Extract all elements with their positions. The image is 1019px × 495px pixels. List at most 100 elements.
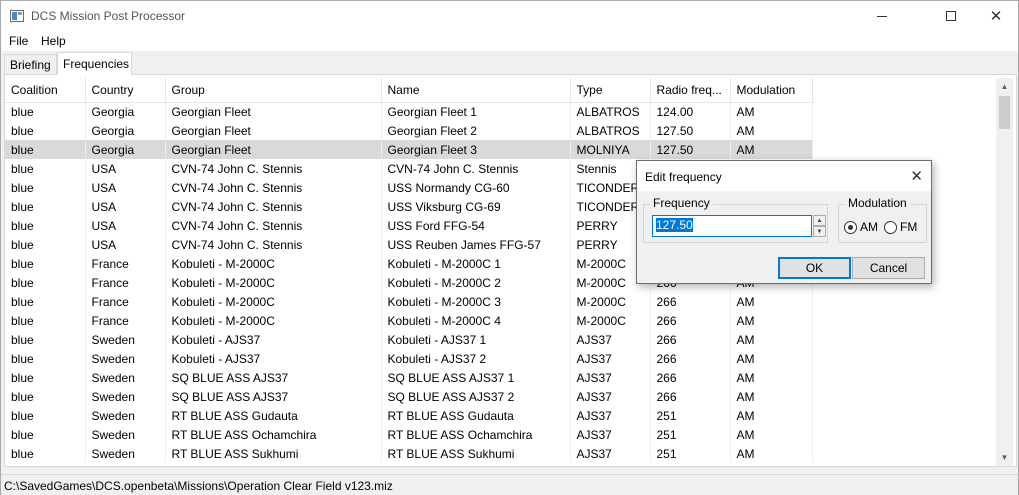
menu-help[interactable]: Help <box>41 34 66 48</box>
frequency-cell: 266 <box>650 387 731 406</box>
country-cell: Sweden <box>85 330 166 349</box>
table-row[interactable]: blue Sweden Kobuleti - AJS37 Kobuleti - AJS… <box>5 349 813 368</box>
modulation-group: Modulation AM FM <box>838 196 927 243</box>
spin-up-icon[interactable]: ▲ <box>813 215 826 226</box>
group-cell: Kobuleti - AJS37 <box>165 349 382 368</box>
menu-file[interactable]: File <box>9 34 28 48</box>
table-row[interactable]: blue Sweden SQ BLUE ASS AJS37 SQ BLUE ASS A… <box>5 387 813 406</box>
country-cell: Sweden <box>85 425 166 444</box>
scroll-up-icon[interactable]: ▲ <box>996 78 1013 95</box>
type-cell: AJS37 <box>570 330 651 349</box>
close-icon: ✕ <box>989 7 1003 25</box>
modulation-cell: AM <box>730 349 813 368</box>
group-cell: Georgian Fleet <box>165 121 382 140</box>
column-header[interactable]: Group <box>165 78 382 103</box>
name-cell: USS Viksburg CG-69 <box>381 197 571 216</box>
country-cell: USA <box>85 216 166 235</box>
coalition-cell: blue <box>5 406 86 425</box>
name-cell: USS Ford FFG-54 <box>381 216 571 235</box>
country-cell: USA <box>85 159 166 178</box>
column-header[interactable]: Modulation <box>730 78 813 103</box>
modulation-cell: AM <box>730 387 813 406</box>
type-cell: M-2000C <box>570 292 651 311</box>
group-cell: SQ BLUE ASS AJS37 <box>165 368 382 387</box>
frequency-input[interactable]: 127.50 <box>652 215 812 237</box>
tab-frequencies[interactable]: Frequencies <box>57 52 132 75</box>
coalition-cell: blue <box>5 425 86 444</box>
type-cell: AJS37 <box>570 425 651 444</box>
name-cell: Kobuleti - M-2000C 1 <box>381 254 571 273</box>
scroll-thumb[interactable] <box>999 96 1010 129</box>
tab-briefing[interactable]: Briefing <box>4 54 57 74</box>
tab-strip: Briefing Frequencies <box>1 51 1018 75</box>
fm-radio-circle[interactable] <box>884 220 897 234</box>
ok-button[interactable]: OK <box>778 257 851 279</box>
close-button[interactable]: ✕ <box>973 1 1019 31</box>
column-header[interactable]: Name <box>381 78 571 103</box>
spin-down-icon[interactable]: ▼ <box>813 226 826 237</box>
dialog-title-bar[interactable]: Edit frequency ✕ <box>637 161 931 191</box>
frequency-spinner[interactable]: ▲ ▼ <box>813 215 826 237</box>
name-cell: SQ BLUE ASS AJS37 1 <box>381 368 571 387</box>
country-cell: Sweden <box>85 406 166 425</box>
frequency-cell: 251 <box>650 444 731 463</box>
name-cell: USS Normandy CG-60 <box>381 178 571 197</box>
app-icon <box>10 10 24 22</box>
table-row[interactable]: blue Georgia Georgian Fleet Georgian Fleet … <box>5 140 813 159</box>
dialog-close-icon[interactable]: ✕ <box>910 167 923 185</box>
country-cell: Georgia <box>85 140 166 159</box>
table-row[interactable]: blue Sweden RT BLUE ASS Ochamchira RT BLUE … <box>5 425 813 444</box>
group-cell: Georgian Fleet <box>165 102 382 121</box>
coalition-cell: blue <box>5 121 86 140</box>
title-bar[interactable]: DCS Mission Post Processor ✕ <box>1 1 1018 31</box>
country-cell: Sweden <box>85 349 166 368</box>
type-cell: ALBATROS <box>570 102 651 121</box>
table-row[interactable]: blue Sweden RT BLUE ASS Sukhumi RT BLUE ASS… <box>5 444 813 463</box>
table-row[interactable]: blue Sweden SQ BLUE ASS AJS37 SQ BLUE ASS A… <box>5 368 813 387</box>
group-cell: Kobuleti - M-2000C <box>165 292 382 311</box>
column-header[interactable]: Radio freq... <box>650 78 731 103</box>
coalition-cell: blue <box>5 140 86 159</box>
scroll-down-icon[interactable]: ▼ <box>996 449 1013 466</box>
column-header[interactable]: Coalition <box>5 78 86 103</box>
am-radio-circle[interactable] <box>844 220 857 234</box>
minimize-icon <box>877 15 887 17</box>
table-row[interactable]: blue Georgia Georgian Fleet Georgian Fleet … <box>5 102 813 121</box>
frequency-cell: 124.00 <box>650 102 731 121</box>
type-cell: M-2000C <box>570 311 651 330</box>
group-cell: RT BLUE ASS Ochamchira <box>165 425 382 444</box>
group-cell: SQ BLUE ASS AJS37 <box>165 387 382 406</box>
group-cell: Kobuleti - M-2000C <box>165 273 382 292</box>
coalition-cell: blue <box>5 273 86 292</box>
maximize-icon <box>946 11 956 21</box>
cancel-button[interactable]: Cancel <box>852 257 925 279</box>
vertical-scrollbar[interactable]: ▲ ▼ <box>996 78 1013 466</box>
menu-bar: File Help <box>1 31 1018 51</box>
column-header[interactable]: Type <box>570 78 651 103</box>
modulation-cell: AM <box>730 368 813 387</box>
am-radio[interactable]: AM <box>844 220 878 234</box>
country-cell: Sweden <box>85 368 166 387</box>
table-row[interactable]: blue France Kobuleti - M-2000C Kobuleti - M… <box>5 292 813 311</box>
name-cell: Kobuleti - M-2000C 2 <box>381 273 571 292</box>
column-header[interactable]: Country <box>85 78 166 103</box>
modulation-cell: AM <box>730 311 813 330</box>
table-row[interactable]: blue Sweden Kobuleti - AJS37 Kobuleti - AJS… <box>5 330 813 349</box>
coalition-cell: blue <box>5 178 86 197</box>
country-cell: USA <box>85 178 166 197</box>
group-cell: Kobuleti - AJS37 <box>165 330 382 349</box>
group-cell: CVN-74 John C. Stennis <box>165 216 382 235</box>
frequency-cell: 266 <box>650 349 731 368</box>
table-row[interactable]: blue Georgia Georgian Fleet Georgian Fleet … <box>5 121 813 140</box>
group-cell: RT BLUE ASS Gudauta <box>165 406 382 425</box>
table-row[interactable]: blue Sweden RT BLUE ASS Gudauta RT BLUE ASS… <box>5 406 813 425</box>
maximize-button[interactable] <box>928 1 974 31</box>
type-cell: AJS37 <box>570 406 651 425</box>
fm-radio[interactable]: FM <box>884 220 917 234</box>
type-cell: MOLNIYA <box>570 140 651 159</box>
table-row[interactable]: blue France Kobuleti - M-2000C Kobuleti - M… <box>5 311 813 330</box>
frequency-cell: 266 <box>650 311 731 330</box>
minimize-button[interactable] <box>859 1 905 31</box>
group-cell: CVN-74 John C. Stennis <box>165 159 382 178</box>
modulation-cell: AM <box>730 121 813 140</box>
